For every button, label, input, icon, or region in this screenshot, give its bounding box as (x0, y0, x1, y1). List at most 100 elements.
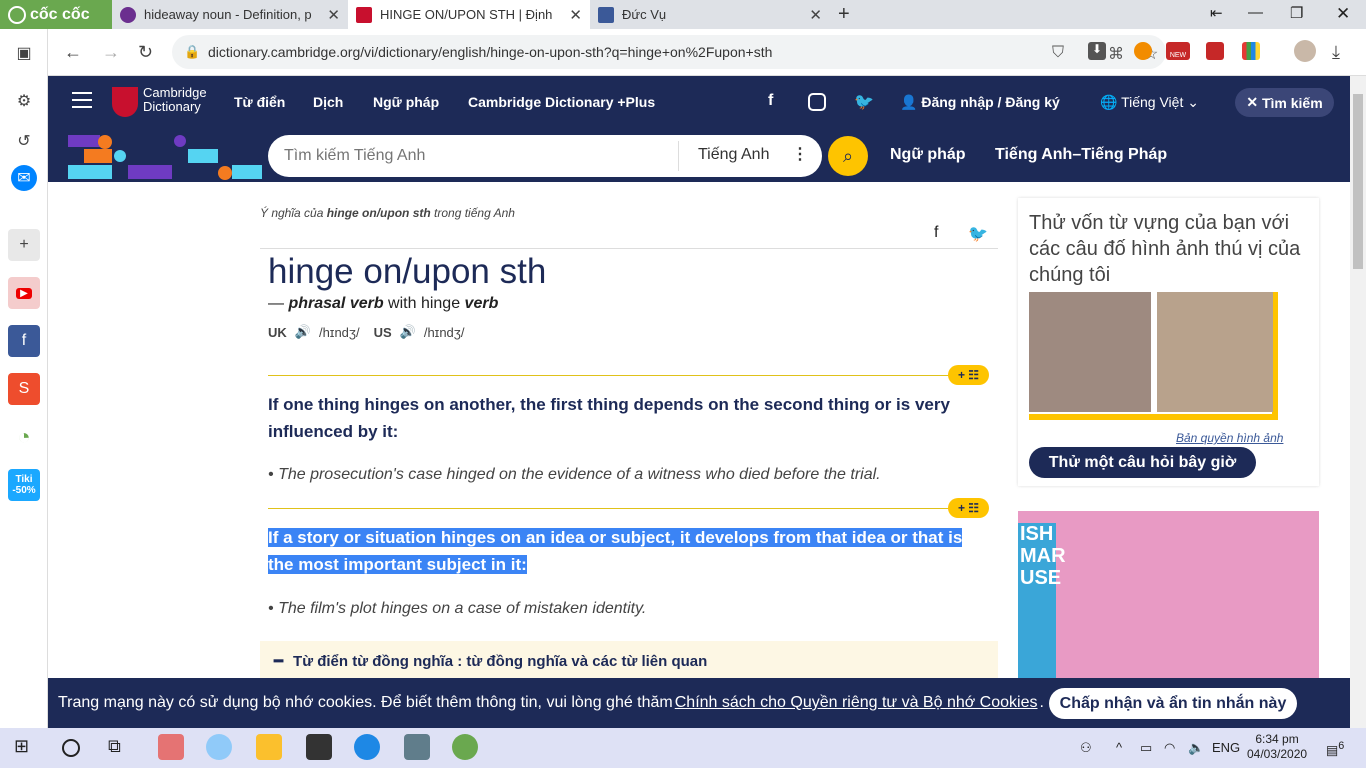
share-facebook-icon[interactable]: f (934, 224, 938, 242)
facebook-icon[interactable]: f (768, 92, 773, 110)
image-credit-link[interactable]: Bản quyền hình ảnh (1176, 431, 1283, 445)
back-icon[interactable]: ← (64, 42, 82, 63)
shopee-icon[interactable]: S (8, 373, 40, 405)
zalo-icon[interactable] (354, 734, 380, 760)
page-scrollbar[interactable] (1350, 76, 1366, 728)
people-icon[interactable]: ⚇ (1080, 740, 1092, 756)
extension-new-icon[interactable]: NEW (1166, 42, 1190, 60)
maximize-icon[interactable]: ❐ (1290, 4, 1303, 22)
battery-icon[interactable]: ▭ (1140, 740, 1152, 756)
wifi-icon[interactable]: ◠ (1164, 740, 1175, 756)
more-options-icon[interactable]: ⋮ (792, 144, 808, 164)
profile-avatar[interactable] (1294, 40, 1316, 62)
share-twitter-icon[interactable]: 🐦 (968, 224, 988, 244)
minimize-icon[interactable]: — (1248, 4, 1263, 21)
thesaurus-section-toggle[interactable]: ━ Từ điển từ đồng nghĩa : từ đồng nghĩa … (260, 641, 998, 681)
add-to-wordlist-button[interactable]: + ☷ (948, 365, 989, 385)
reload-icon[interactable]: ↻ (138, 42, 153, 63)
input-language[interactable]: ENG (1212, 740, 1240, 755)
crumb-suffix: trong tiếng Anh (430, 206, 515, 220)
accept-cookies-button[interactable]: Chấp nhận và ẩn tin nhắn này (1049, 688, 1297, 719)
taskbar-app-icon[interactable] (306, 734, 332, 760)
downloads-icon[interactable]: ⤓ (1332, 42, 1340, 63)
extension-red-icon[interactable] (1206, 42, 1224, 60)
window-close-icon[interactable]: ✕ (1336, 4, 1350, 24)
band-link-grammar[interactable]: Ngữ pháp (890, 146, 966, 164)
restore-tabs-icon[interactable]: ⇤ (1210, 4, 1223, 22)
header-search-button[interactable]: ✕ Tìm kiếm (1235, 88, 1334, 117)
chevron-down-icon: ⌄ (1183, 94, 1199, 110)
menu-hamburger-icon[interactable] (72, 92, 92, 108)
scrollbar-thumb[interactable] (1353, 94, 1363, 269)
menu-translate[interactable]: Dịch (313, 94, 343, 110)
coccoc-menu-button[interactable]: cốc cốc (0, 0, 112, 29)
instagram-icon[interactable] (808, 93, 826, 111)
taskbar-app-icon[interactable] (404, 734, 430, 760)
windows-start-icon[interactable]: ⊞ (14, 736, 29, 757)
try-quiz-button[interactable]: Thử một câu hỏi bây giờ (1029, 447, 1256, 478)
show-hidden-icons-icon[interactable]: ^ (1116, 740, 1122, 755)
menu-grammar[interactable]: Ngữ pháp (373, 94, 439, 110)
us-audio-speaker-icon[interactable]: 🔊 (400, 324, 416, 340)
twitter-icon[interactable]: 🐦 (854, 92, 874, 112)
menu-plus[interactable]: Cambridge Dictionary +Plus (468, 94, 655, 110)
file-explorer-icon[interactable] (256, 734, 282, 760)
promo-images[interactable] (1029, 292, 1278, 420)
taskbar-app-icon[interactable] (158, 734, 184, 760)
search-button-label: Tìm kiếm (1261, 94, 1323, 111)
youtube-icon[interactable]: ▶ (8, 277, 40, 309)
logo-line1: Cambridge (143, 85, 207, 100)
web-page: Cambridge Dictionary Từ điển Dịch Ngữ ph… (48, 76, 1350, 728)
download-icon[interactable]: ⬇ (1088, 42, 1106, 60)
messenger-icon[interactable]: ✉ (11, 165, 37, 191)
language-selector[interactable]: 🌐 Tiếng Việt ⌄ (1100, 94, 1199, 111)
facebook-favicon-icon (598, 6, 614, 23)
search-language-dropdown[interactable]: Tiếng Anh (698, 146, 769, 164)
tiki-icon[interactable]: Tiki -50% (8, 469, 40, 501)
coccoc-taskbar-icon[interactable] (452, 734, 478, 760)
notification-center-icon[interactable]: ▤6 (1326, 740, 1344, 758)
menu-dictionary[interactable]: Từ điển (234, 94, 285, 110)
definition-1: If one thing hinges on another, the firs… (268, 395, 950, 441)
coccoc-app-icon[interactable]: ◔ (8, 421, 40, 453)
sidebar-toggle-icon[interactable]: ▣ (8, 37, 40, 69)
add-sidebar-app-icon[interactable]: + (8, 229, 40, 261)
extension-orange-icon[interactable] (1134, 42, 1152, 60)
login-link[interactable]: 👤 Đăng nhập / Đăng ký (900, 94, 1060, 111)
new-tab-icon[interactable]: + (838, 3, 850, 26)
volume-icon[interactable]: 🔈 (1188, 740, 1204, 756)
new-badge: NEW (1169, 52, 1187, 59)
close-tab-icon[interactable]: ✕ (327, 6, 340, 24)
tab-facebook[interactable]: Đức Vụ ✕ (590, 0, 830, 29)
shield-icon[interactable]: ⛉ (1052, 44, 1064, 62)
close-tab-icon[interactable]: ✕ (809, 6, 822, 24)
lock-icon: 🔒 (184, 44, 201, 59)
uk-audio-speaker-icon[interactable]: 🔊 (295, 324, 311, 340)
tab-hinge-on[interactable]: HINGE ON/UPON STH | Định ✕ (348, 0, 590, 29)
pos-verb-link[interactable]: verb (465, 295, 499, 312)
url-field[interactable]: 🔒 dictionary.cambridge.org/vi/dictionary… (172, 35, 1166, 69)
taskbar-app-icon[interactable] (206, 734, 232, 760)
search-input[interactable] (284, 136, 684, 176)
cookie-policy-link[interactable]: Chính sách cho Quyền riêng tư và Bộ nhớ … (675, 694, 1038, 712)
thesaurus-label: Từ điển từ đồng nghĩa : từ đồng nghĩa và… (293, 652, 708, 670)
user-icon: 👤 (900, 94, 922, 110)
settings-icon[interactable]: ⚙ (8, 85, 40, 117)
cortana-search-icon[interactable] (62, 739, 80, 757)
close-tab-icon[interactable]: ✕ (569, 6, 582, 24)
band-link-en-fr[interactable]: Tiếng Anh–Tiếng Pháp (995, 146, 1167, 164)
promo-title: Thử vốn từ vựng của bạn với các câu đố h… (1029, 212, 1301, 286)
history-icon[interactable]: ↺ (8, 125, 40, 157)
tab-hideaway[interactable]: hideaway noun - Definition, p ✕ (112, 0, 348, 29)
extension-grid-icon[interactable] (1242, 42, 1260, 60)
translate-icon[interactable]: ⌘ (1108, 44, 1124, 64)
cambridge-shield-logo[interactable] (112, 87, 138, 117)
system-clock[interactable]: 6:34 pm 04/03/2020 (1247, 732, 1307, 762)
task-view-icon[interactable]: ⧉ (108, 736, 121, 757)
forward-icon[interactable]: → (102, 42, 120, 63)
facebook-icon[interactable]: f (8, 325, 40, 357)
add-to-wordlist-button[interactable]: + ☷ (948, 498, 989, 518)
language-label: Tiếng Việt (1121, 94, 1184, 110)
search-submit-button[interactable]: ⌕ (828, 136, 868, 176)
site-logo-text[interactable]: Cambridge Dictionary (143, 86, 207, 114)
